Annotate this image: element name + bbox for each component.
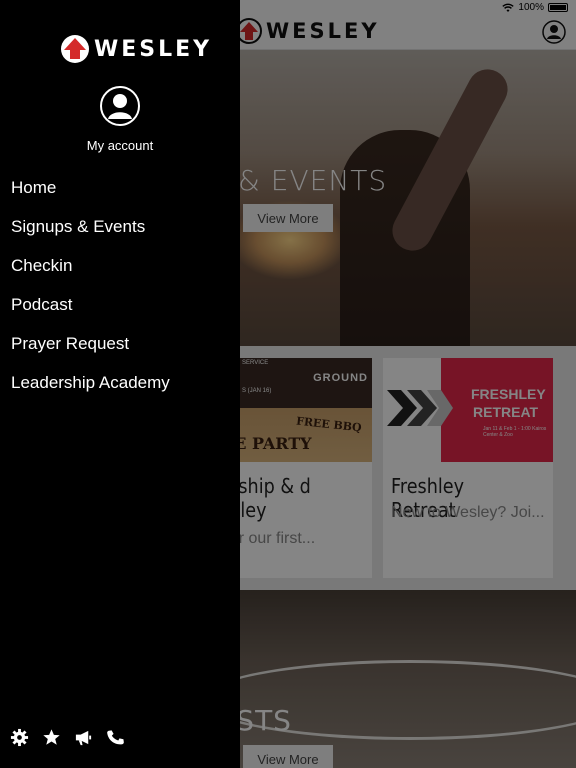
drawer-menu: Home Signups & Events Checkin Podcast Pr…: [0, 168, 240, 402]
menu-item-podcast[interactable]: Podcast: [0, 285, 240, 324]
gear-icon[interactable]: [10, 728, 29, 747]
menu-item-leadership-academy[interactable]: Leadership Academy: [0, 363, 240, 402]
drawer-logo-text: WESLEY: [94, 36, 213, 62]
wesley-logo-icon: [61, 35, 89, 63]
phone-icon[interactable]: [106, 728, 125, 747]
star-icon[interactable]: [42, 728, 61, 747]
menu-item-home[interactable]: Home: [0, 168, 240, 207]
drawer-logo[interactable]: WESLEY: [60, 34, 212, 64]
drawer-bottom-icons: [10, 728, 125, 747]
menu-item-signups-events[interactable]: Signups & Events: [0, 207, 240, 246]
megaphone-icon[interactable]: [74, 728, 93, 747]
menu-item-prayer-request[interactable]: Prayer Request: [0, 324, 240, 363]
menu-item-checkin[interactable]: Checkin: [0, 246, 240, 285]
side-drawer: WESLEY My account Home Signups & Events …: [0, 0, 240, 768]
avatar-icon[interactable]: [100, 86, 140, 126]
my-account-link[interactable]: My account: [0, 138, 240, 153]
